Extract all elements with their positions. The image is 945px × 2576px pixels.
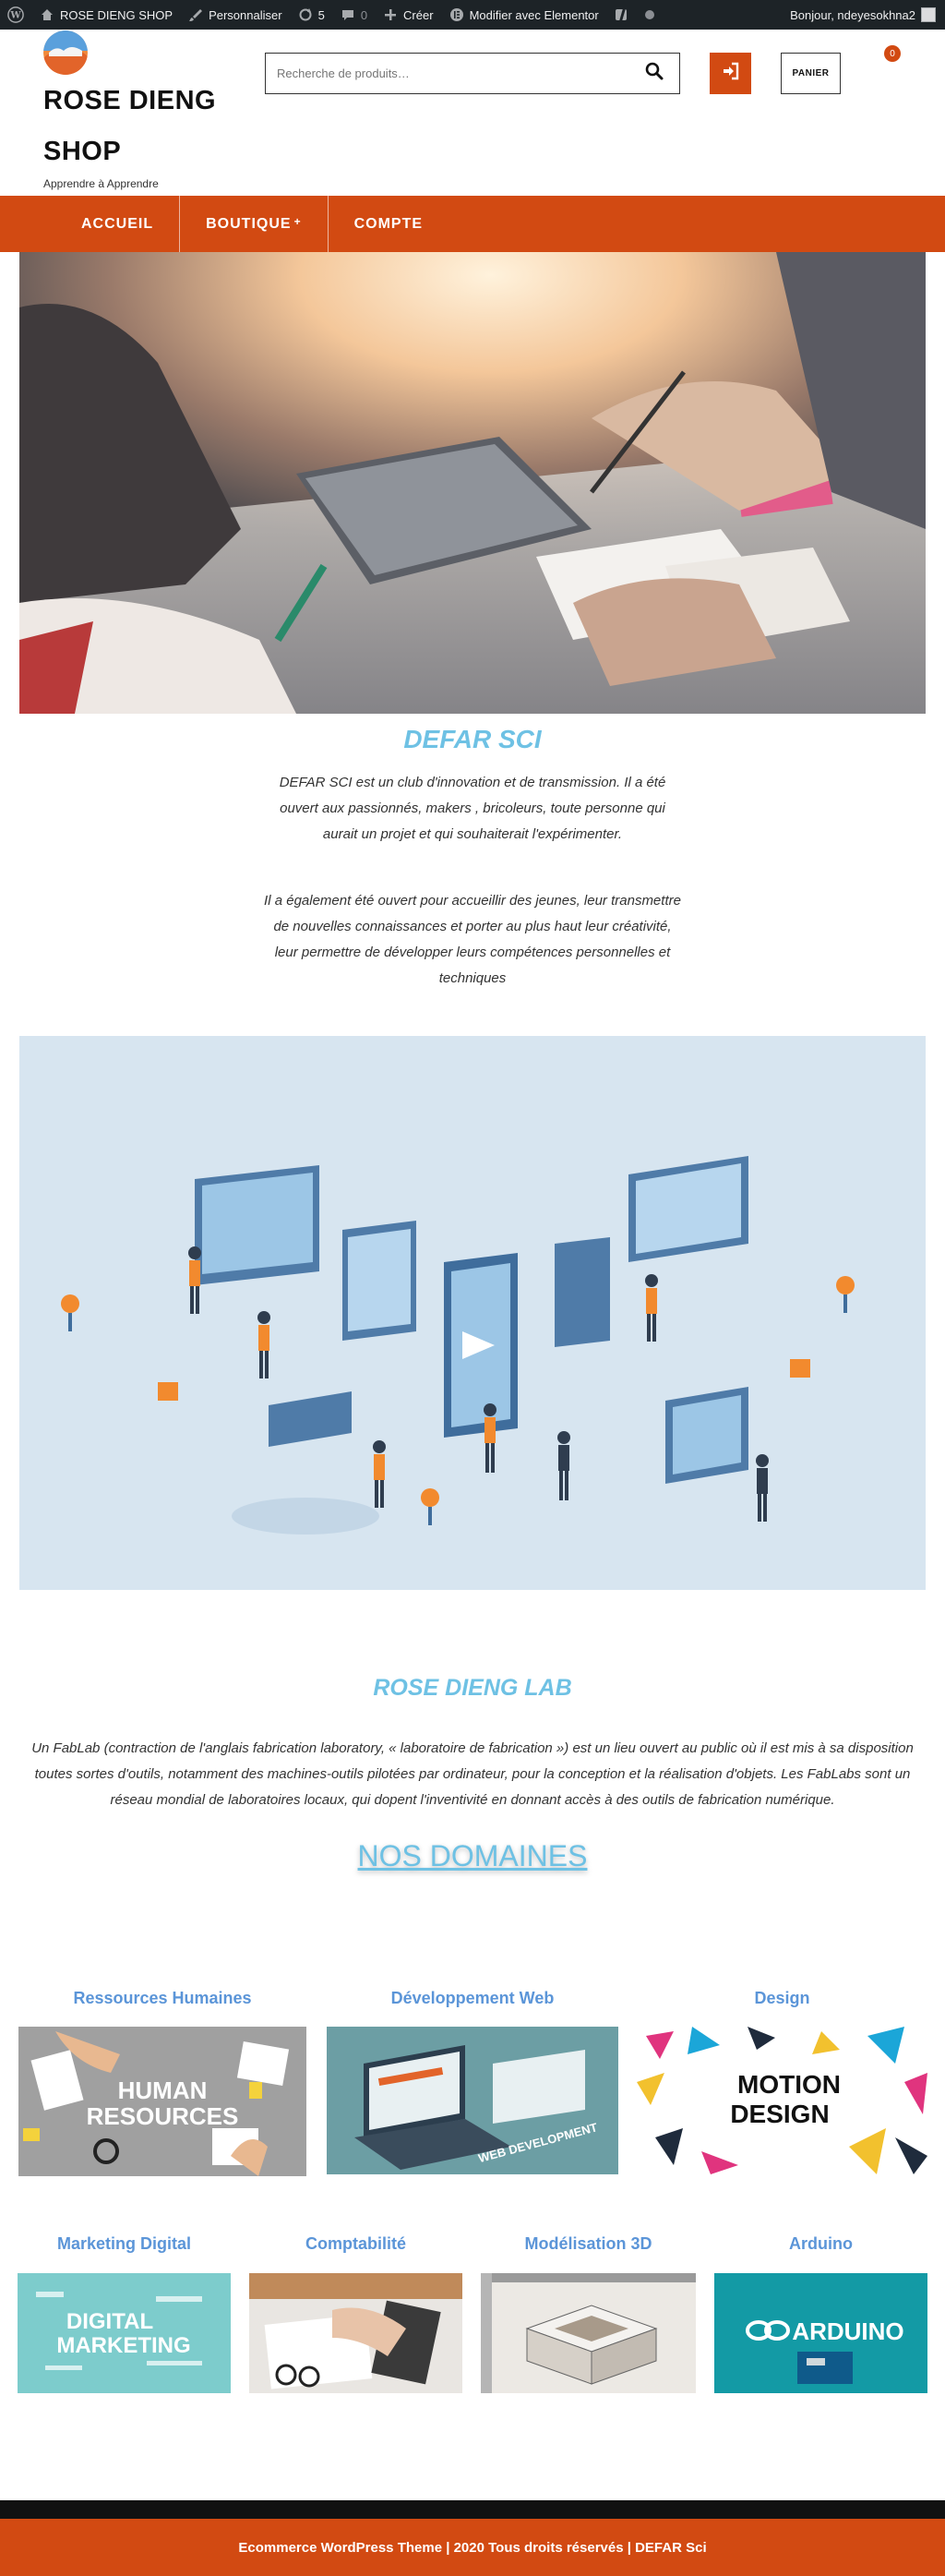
nav-item-label: BOUTIQUE xyxy=(206,215,292,232)
domain-title-arduino[interactable]: Arduino xyxy=(714,2234,927,2254)
domain-image-design-text1: MOTION xyxy=(737,2070,841,2099)
admin-customize-label: Personnaliser xyxy=(209,7,282,22)
login-button[interactable] xyxy=(710,53,751,94)
domain-image-marketing-text2: MARKETING xyxy=(56,2333,190,2358)
yoast-icon xyxy=(614,6,630,23)
digital-team-illustration xyxy=(19,1036,926,1590)
admin-elementor-edit[interactable]: Modifier avec Elementor xyxy=(441,0,606,30)
nav-item-label: ACCUEIL xyxy=(81,215,154,232)
comment-icon xyxy=(340,6,356,23)
domain-image-design[interactable]: MOTION DESIGN xyxy=(637,2027,927,2174)
lab-description: Un FabLab (contraction de l'anglais fabr… xyxy=(31,1740,914,1808)
site-title[interactable]: ROSE DIENG SHOP xyxy=(43,76,256,177)
admin-status-dot xyxy=(638,0,662,30)
nav-item-boutique[interactable]: BOUTIQUE + xyxy=(180,196,329,252)
admin-elementor-label: Modifier avec Elementor xyxy=(469,7,599,22)
site-tagline: Apprendre à Apprendre xyxy=(43,177,159,190)
cart-button[interactable]: PANIER xyxy=(781,53,841,94)
domain-image-web[interactable]: WEB DEVELOPMENT xyxy=(327,2027,618,2174)
site-logo[interactable] xyxy=(43,30,88,75)
svg-text:W: W xyxy=(9,11,21,21)
domain-title-modelisation[interactable]: Modélisation 3D xyxy=(481,2234,696,2254)
site-footer: Ecommerce WordPress Theme | 2020 Tous dr… xyxy=(0,2500,945,2576)
domain-image-rh-text1: HUMAN xyxy=(118,2076,208,2104)
admin-greeting: Bonjour, ndeyesokhna2 xyxy=(790,7,915,22)
admin-comments-count: 0 xyxy=(360,7,368,22)
cart-count-badge: 0 xyxy=(884,45,901,62)
domain-image-marketing[interactable]: DIGITAL MARKETING xyxy=(18,2273,231,2393)
intro-paragraph-2: Il a également été ouvert pour accueilli… xyxy=(264,893,681,986)
domaines-title[interactable]: NOS DOMAINES xyxy=(0,1839,945,1873)
domain-title-web[interactable]: Développement Web xyxy=(327,1989,618,2008)
admin-yoast[interactable] xyxy=(606,0,638,30)
home-icon xyxy=(39,6,55,23)
domain-image-marketing-text1: DIGITAL xyxy=(66,2309,153,2334)
domain-image-modelisation[interactable] xyxy=(481,2273,696,2393)
updates-icon xyxy=(297,6,314,23)
admin-site-name-label: ROSE DIENG SHOP xyxy=(60,7,173,22)
domain-title-rh[interactable]: Ressources Humaines xyxy=(18,1989,306,2008)
admin-new-content[interactable]: Créer xyxy=(375,0,441,30)
search-icon xyxy=(645,62,664,85)
elementor-icon xyxy=(449,6,465,23)
plus-icon xyxy=(382,6,399,23)
search-button[interactable] xyxy=(640,60,668,88)
domain-image-arduino-text: ARDUINO xyxy=(792,2317,903,2345)
footer-copyright: Ecommerce WordPress Theme | 2020 Tous dr… xyxy=(238,2539,707,2556)
product-search-form xyxy=(265,53,680,94)
submenu-plus-icon[interactable]: + xyxy=(294,215,302,228)
nav-item-label: COMPTE xyxy=(353,215,424,232)
domain-title-marketing[interactable]: Marketing Digital xyxy=(18,2234,231,2254)
hero-image xyxy=(19,252,926,714)
domain-image-arduino[interactable]: ARDUINO xyxy=(714,2273,927,2393)
admin-updates[interactable]: 5 xyxy=(290,0,332,30)
search-input[interactable] xyxy=(277,66,640,80)
status-dot-icon xyxy=(644,10,654,19)
domain-title-design[interactable]: Design xyxy=(637,1989,927,2008)
nav-item-compte[interactable]: COMPTE xyxy=(329,196,449,252)
admin-site-name[interactable]: ROSE DIENG SHOP xyxy=(31,0,180,30)
intro-paragraph-1: DEFAR SCI est un club d'innovation et de… xyxy=(279,775,666,842)
nav-item-accueil[interactable]: ACCUEIL xyxy=(55,196,181,252)
admin-account[interactable]: Bonjour, ndeyesokhna2 xyxy=(790,0,945,30)
admin-new-label: Créer xyxy=(403,7,434,22)
admin-comments[interactable]: 0 xyxy=(332,0,375,30)
main-navigation: ACCUEIL BOUTIQUE + COMPTE xyxy=(0,196,945,252)
wordpress-logo-button[interactable]: W xyxy=(0,0,31,30)
avatar xyxy=(921,7,936,22)
domain-image-design-text2: DESIGN xyxy=(730,2100,829,2128)
lab-title: ROSE DIENG LAB xyxy=(373,1675,572,1701)
domain-image-rh[interactable]: HUMAN RESOURCES xyxy=(18,2027,306,2176)
domain-image-comptabilite[interactable] xyxy=(249,2273,462,2393)
intro-title: DEFAR SCI xyxy=(403,725,542,753)
sign-in-icon xyxy=(722,62,740,85)
wordpress-icon: W xyxy=(7,6,24,23)
admin-customize[interactable]: Personnaliser xyxy=(180,0,290,30)
wp-admin-bar: W ROSE DIENG SHOP Personnaliser 5 0 Crée… xyxy=(0,0,945,30)
domain-image-rh-text2: RESOURCES xyxy=(87,2102,239,2130)
brush-icon xyxy=(187,6,204,23)
admin-updates-count: 5 xyxy=(317,7,325,22)
domain-title-comptabilite[interactable]: Comptabilité xyxy=(249,2234,462,2254)
